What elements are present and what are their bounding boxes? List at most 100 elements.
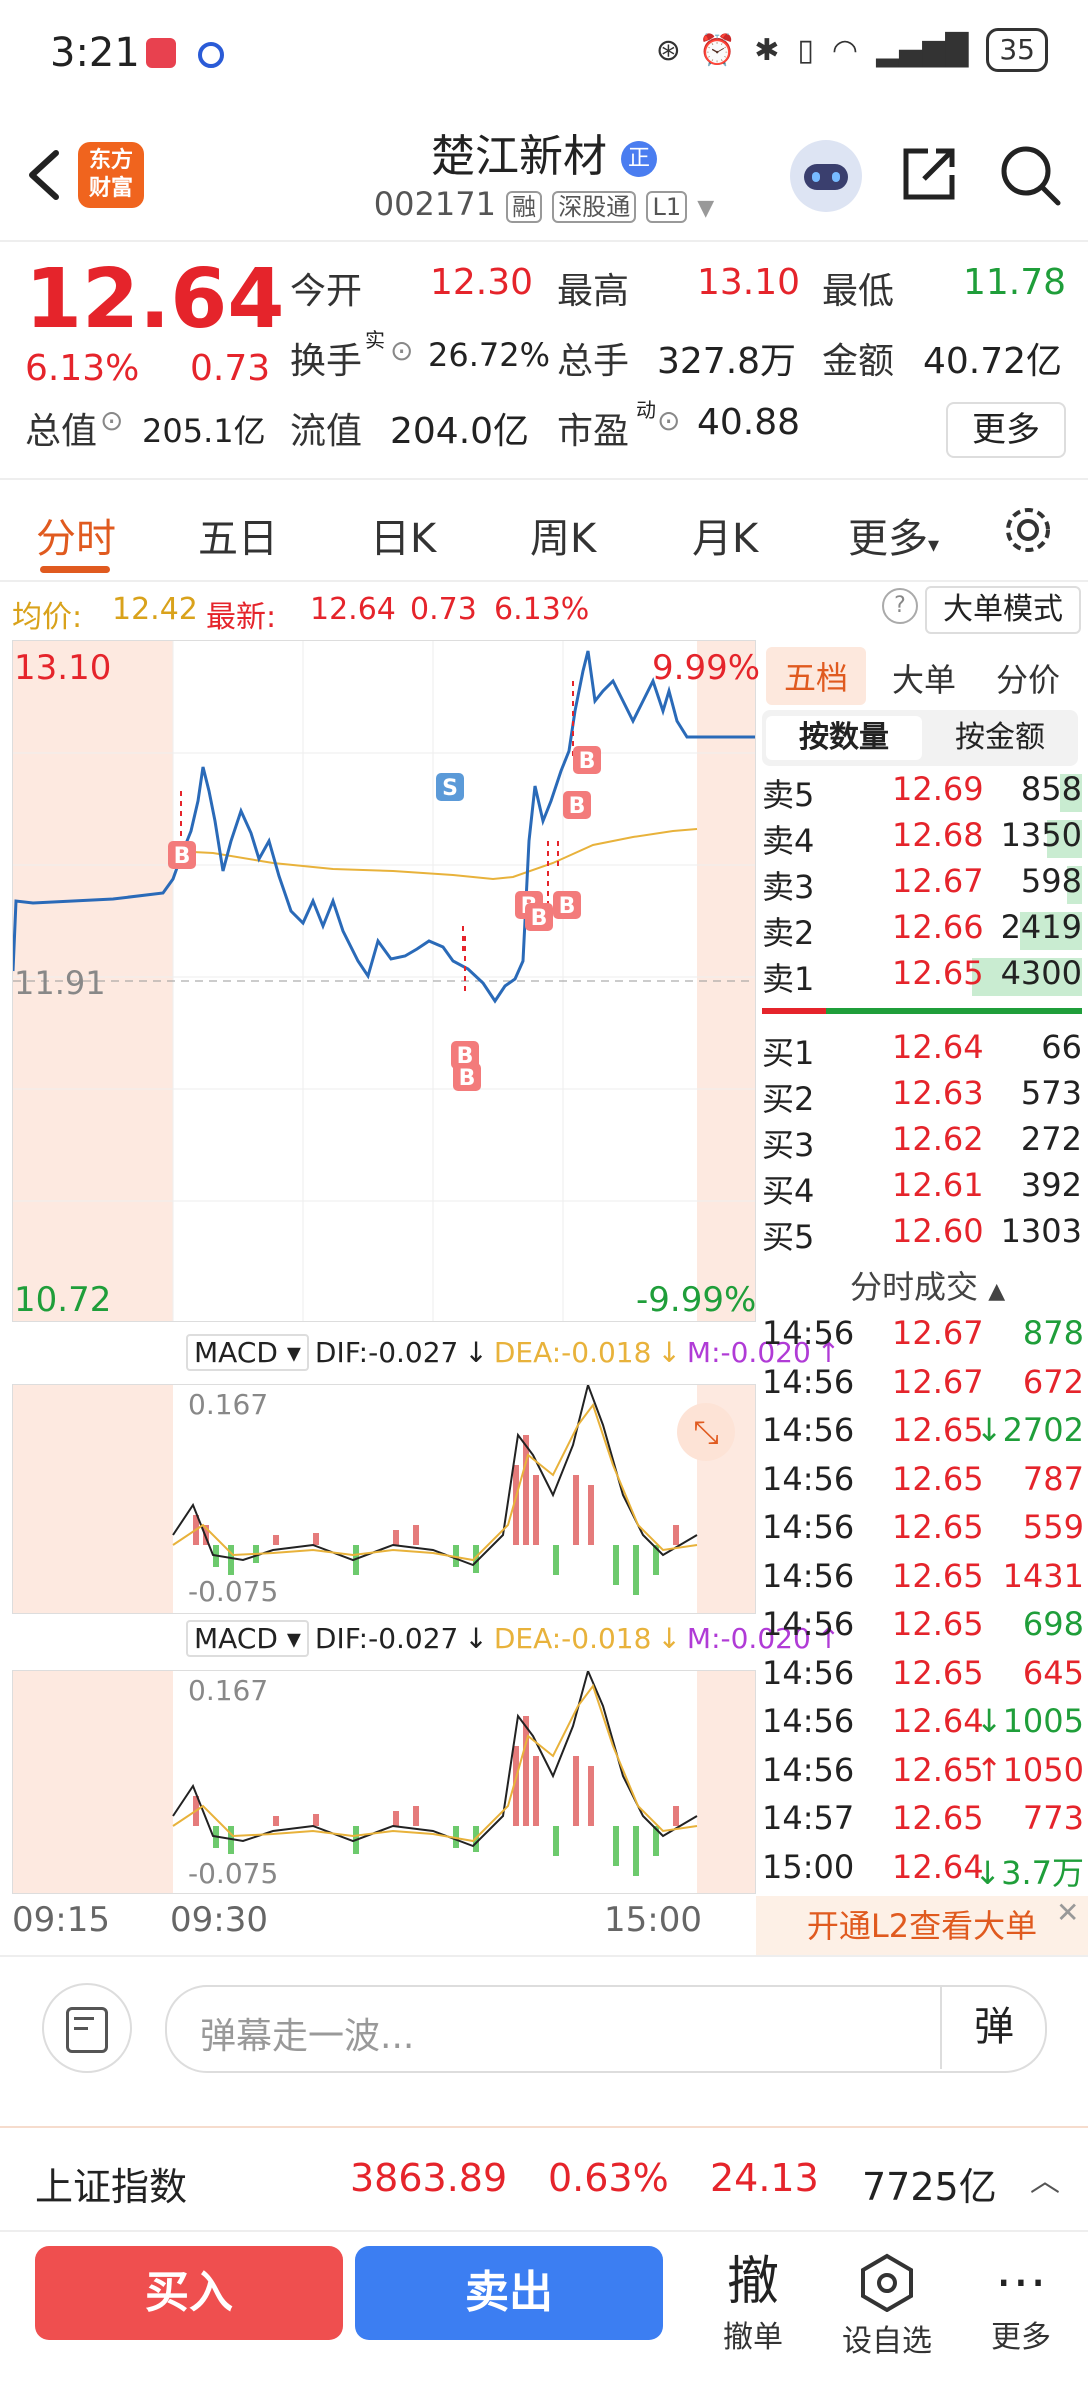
tab-daily-k[interactable]: 日K [370, 506, 436, 564]
index-amount: 7725亿 [862, 2165, 997, 2209]
help-icon[interactable]: ? [882, 588, 918, 624]
clock: 3:21 [50, 30, 140, 76]
svg-text:B: B [459, 1066, 476, 1091]
macd-max-2: 0.167 [188, 1674, 269, 1707]
sell-button[interactable]: 卖出 [355, 2246, 663, 2340]
trade-time: 14:56 [762, 1362, 855, 1401]
signal-icon: ▂▄▆█ [876, 32, 969, 68]
more-button[interactable]: 更多 [946, 402, 1066, 458]
tab-price-distribution[interactable]: 分价 [996, 655, 1060, 701]
level-tag: L1 [646, 191, 688, 223]
add-watchlist-label: 设自选 [842, 2324, 932, 2359]
danmu-toggle-button[interactable]: 弹 [940, 1985, 1046, 2069]
bid-level-row[interactable]: 买2 12.63 573 [762, 1074, 1082, 1120]
trade-row: 14:56 12.65 787 [762, 1460, 1084, 1508]
trade-volume: 672 [1022, 1362, 1084, 1401]
tab-five-day[interactable]: 五日 [198, 506, 278, 564]
bid-level-name: 买4 [762, 1172, 815, 1210]
subtab-by-amount[interactable]: 按金额 [922, 716, 1078, 760]
tab-five-levels[interactable]: 五档 [766, 647, 867, 705]
bid-level-name: 买5 [762, 1218, 815, 1256]
time-tick-open: 09:15 [12, 1900, 110, 1940]
index-name: 上证指数 [35, 2165, 188, 2209]
bid-level-row[interactable]: 买4 12.61 392 [762, 1166, 1082, 1212]
index-ticker[interactable]: 上证指数 3863.89 0.63% 24.13 7725亿 ︿ [0, 2126, 1088, 2232]
stock-name: 楚江新材 [431, 131, 607, 182]
system-icons: ⊛ ⏰ ✱ ▯ ◠ ▂▄▆█ 35 [656, 28, 1048, 72]
tab-big-orders[interactable]: 大单 [892, 655, 956, 701]
tab-monthly-k[interactable]: 月K [692, 506, 758, 564]
active-tab-indicator [40, 566, 110, 573]
expand-icon[interactable]: ⤡ [677, 1403, 735, 1461]
intraday-chart[interactable]: B S B B B B B B B [12, 640, 756, 1322]
bluetooth-icon: ✱ [754, 32, 780, 68]
bid-level-row[interactable]: 买1 12.64 66 [762, 1028, 1082, 1074]
mktcap-value: 205.1亿 [142, 412, 266, 450]
trade-row: 14:57 12.65 773 [762, 1799, 1084, 1847]
trades-title[interactable]: 分时成交 ▲ [850, 1262, 1005, 1308]
bid-volume: 573 [1020, 1074, 1082, 1112]
tab-intraday[interactable]: 分时 [36, 506, 116, 564]
svg-text:B: B [174, 844, 191, 869]
info-icon[interactable]: ⊙ [657, 404, 680, 437]
bid-price: 12.62 [892, 1120, 984, 1158]
tab-more[interactable]: 更多▾ [848, 506, 939, 564]
trade-price: 12.65 [892, 1799, 984, 1837]
add-watchlist-button[interactable]: 设自选 [832, 2252, 942, 2360]
avg-value: 12.42 [112, 592, 198, 627]
high-value: 13.10 [697, 262, 801, 303]
more-actions-button[interactable]: ⋯ 更多 [966, 2252, 1076, 2356]
share-icon[interactable] [898, 143, 960, 205]
ask-price: 12.65 [892, 954, 984, 992]
big-order-mode-button[interactable]: 大单模式 [925, 586, 1081, 634]
volume-label: 总手 [557, 341, 630, 382]
arrow-down-icon: ↓ [464, 1622, 488, 1655]
assistant-robot-icon[interactable] [790, 140, 862, 212]
trade-volume: ↓1005 [975, 1702, 1084, 1740]
trade-price: 12.65 [892, 1750, 984, 1789]
tab-weekly-k[interactable]: 周K [530, 506, 596, 564]
trade-time: 15:00 [762, 1847, 855, 1886]
bid-level-row[interactable]: 买3 12.62 272 [762, 1120, 1082, 1166]
chart-bottom-price: 10.72 [14, 1280, 112, 1320]
time-tick-930: 09:30 [170, 1900, 268, 1940]
danmu-settings-icon[interactable] [42, 1983, 132, 2073]
turnover-value: 26.72% [428, 336, 551, 374]
subtab-by-quantity[interactable]: 按数量 [766, 716, 922, 760]
bid-level-row[interactable]: 买5 12.60 1303 [762, 1212, 1082, 1258]
cancel-order-button[interactable]: 撤 撤单 [698, 2252, 808, 2356]
float-value: 204.0亿 [390, 411, 530, 452]
gear-icon[interactable] [1002, 504, 1054, 556]
close-icon[interactable]: ✕ [1056, 1896, 1079, 1929]
buy-button[interactable]: 买入 [35, 2246, 343, 2340]
ask-level-row[interactable]: 卖2 12.66 2419 [762, 908, 1082, 954]
chevron-down-icon[interactable]: ▼ [697, 196, 714, 221]
ask-level-row[interactable]: 卖1 12.65 4300 [762, 954, 1082, 1000]
chevron-up-icon[interactable]: ︿ [1030, 2156, 1060, 2200]
more-actions-label: 更多 [991, 2320, 1051, 2355]
macd-selector[interactable]: MACD ▾ [186, 1334, 309, 1371]
quote-panel: 12.64 6.13% 0.73 今开 12.30 最高 13.10 最低 11… [0, 240, 1088, 470]
trade-time: 14:56 [762, 1508, 855, 1546]
l2-banner-text: 开通L2查看大单 [806, 1907, 1038, 1945]
stock-code: 002171 [373, 185, 496, 223]
macd-selector[interactable]: MACD ▾ [186, 1620, 309, 1657]
ask-level-row[interactable]: 卖4 12.68 1350 [762, 816, 1082, 862]
index-percent: 0.63% [548, 2156, 669, 2200]
l2-upgrade-banner[interactable]: 开通L2查看大单 [756, 1896, 1088, 1956]
chart-bottom-percent: -9.99% [636, 1280, 757, 1320]
info-icon[interactable]: ⊙ [390, 334, 413, 367]
macd-header-2: MACD ▾ DIF:-0.027 ↓ DEA:-0.018 ↓ M:-0.020 ↑ [186, 1620, 840, 1657]
dif-value: DIF:-0.027 [314, 1622, 459, 1655]
margin-tag: 融 [506, 191, 543, 223]
trade-price: 12.67 [892, 1362, 984, 1401]
ask-level-row[interactable]: 卖3 12.67 598 [762, 862, 1082, 908]
trade-time: 14:56 [762, 1750, 855, 1789]
bid-ask-ratio-bar [762, 1008, 1082, 1014]
low-value: 11.78 [963, 262, 1067, 303]
ask-level-row[interactable]: 卖5 12.69 858 [762, 770, 1082, 816]
info-icon[interactable]: ⊙ [100, 404, 123, 437]
search-icon[interactable] [998, 143, 1062, 207]
bid-price: 12.61 [892, 1166, 984, 1204]
amount-value: 40.72亿 [923, 341, 1063, 382]
